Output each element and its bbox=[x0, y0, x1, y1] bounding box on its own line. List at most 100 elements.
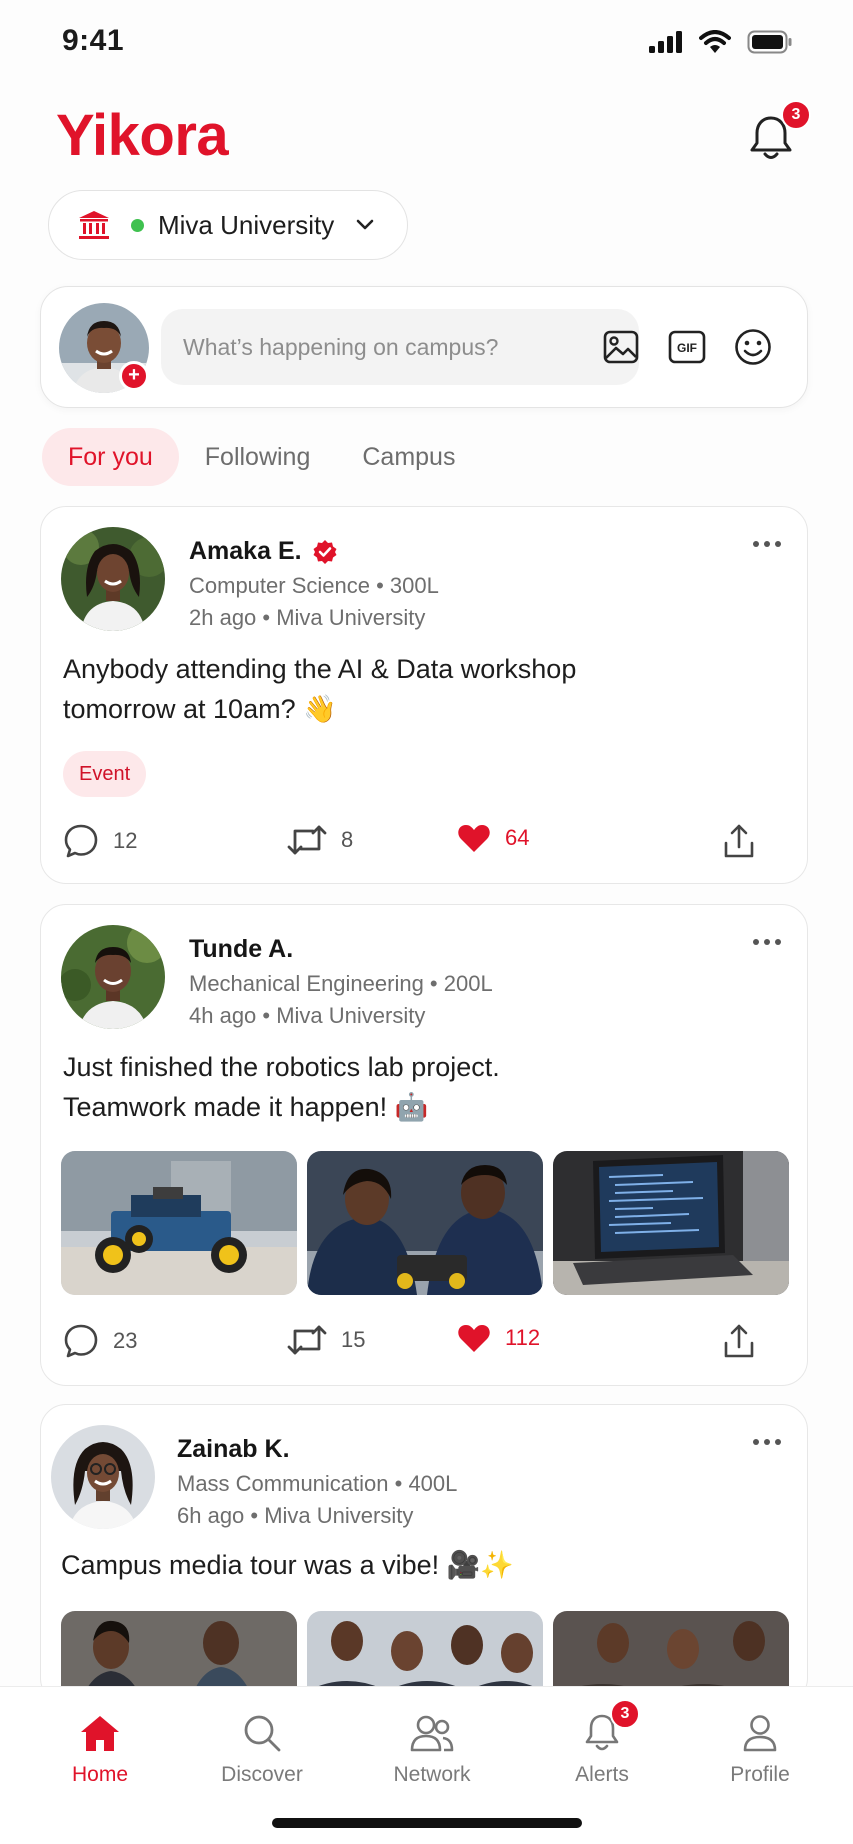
university-selector[interactable]: Miva University bbox=[48, 190, 408, 260]
nav-label: Profile bbox=[730, 1763, 790, 1786]
post-actions: 12 8 64 bbox=[63, 823, 787, 863]
more-options-button[interactable] bbox=[753, 939, 781, 945]
notification-badge: 3 bbox=[781, 100, 811, 130]
add-story-button[interactable]: + bbox=[119, 361, 149, 391]
notifications-button[interactable]: 3 bbox=[743, 100, 811, 166]
image-icon bbox=[603, 330, 639, 364]
add-image-button[interactable] bbox=[601, 327, 641, 367]
nav-discover[interactable]: Discover bbox=[192, 1709, 332, 1787]
repost-icon bbox=[287, 1325, 327, 1355]
heart-filled-icon bbox=[458, 1325, 490, 1352]
like-count: 112 bbox=[505, 1325, 541, 1350]
author-name[interactable]: Amaka E. bbox=[189, 537, 338, 566]
nav-network[interactable]: Network bbox=[362, 1709, 502, 1787]
nav-label: Alerts bbox=[575, 1763, 629, 1786]
add-emoji-button[interactable] bbox=[733, 327, 773, 367]
tab-following[interactable]: Following bbox=[179, 428, 337, 486]
post-photo-laptop-code[interactable] bbox=[553, 1151, 789, 1295]
nav-alerts[interactable]: 3 Alerts bbox=[532, 1699, 672, 1787]
nav-label: Home bbox=[71, 1763, 129, 1786]
nav-label: Network bbox=[393, 1763, 471, 1786]
comment-button[interactable]: 12 bbox=[63, 823, 137, 859]
author-name[interactable]: Tunde A. bbox=[189, 935, 293, 964]
comment-count: 12 bbox=[113, 828, 138, 853]
share-button[interactable] bbox=[723, 823, 755, 859]
repost-count: 15 bbox=[341, 1327, 366, 1352]
like-button[interactable]: 112 bbox=[457, 1323, 540, 1353]
post-composer: + GIF bbox=[40, 286, 808, 408]
post-photo-robot-car[interactable] bbox=[61, 1151, 297, 1295]
person-icon bbox=[743, 1715, 777, 1752]
event-tag[interactable]: Event bbox=[63, 751, 147, 797]
nav-home[interactable]: Home bbox=[30, 1709, 170, 1787]
post-input[interactable] bbox=[161, 309, 639, 385]
search-icon bbox=[244, 1715, 281, 1752]
svg-text:GIF: GIF bbox=[677, 341, 697, 355]
share-icon bbox=[724, 1324, 754, 1358]
post-text: Anybody attending the AI & Data workshop… bbox=[63, 649, 763, 729]
add-gif-button[interactable]: GIF bbox=[667, 327, 707, 367]
post-card: Tunde A. Mechanical Engineering • 200L 4… bbox=[40, 904, 808, 1386]
comment-icon bbox=[64, 824, 98, 858]
battery-icon bbox=[747, 30, 792, 54]
like-button[interactable]: 64 bbox=[457, 823, 529, 853]
app-header: Yikora 3 bbox=[0, 92, 853, 182]
author-name-text: Zainab K. bbox=[177, 1435, 290, 1463]
repost-button[interactable]: 15 bbox=[287, 1323, 365, 1357]
status-bar: 9:41 bbox=[0, 0, 853, 84]
post-text-line: Campus media tour was a vibe! 🎥✨ bbox=[61, 1550, 514, 1580]
emoji-icon bbox=[735, 329, 771, 365]
post-photo-grid bbox=[61, 1151, 789, 1295]
comment-button[interactable]: 23 bbox=[63, 1323, 137, 1359]
post-text: Just finished the robotics lab project. … bbox=[63, 1047, 763, 1127]
comment-count: 23 bbox=[113, 1328, 138, 1353]
tab-for-you[interactable]: For you bbox=[42, 428, 179, 486]
post-text-line: Teamwork made it happen! 🤖 bbox=[63, 1092, 429, 1122]
home-icon bbox=[81, 1716, 119, 1751]
comment-icon bbox=[64, 1324, 98, 1358]
university-icon bbox=[79, 211, 109, 239]
wifi-icon bbox=[699, 30, 731, 53]
share-button[interactable] bbox=[723, 1323, 755, 1359]
post-card: Amaka E. Computer Science • 300L 2h ago … bbox=[40, 506, 808, 884]
like-count: 64 bbox=[505, 825, 530, 850]
author-name[interactable]: Zainab K. bbox=[177, 1435, 290, 1464]
author-department: Mechanical Engineering • 200L bbox=[189, 971, 493, 996]
alerts-badge: 3 bbox=[610, 1699, 640, 1729]
heart-filled-icon bbox=[458, 825, 490, 852]
author-avatar[interactable] bbox=[61, 925, 165, 1029]
tab-campus[interactable]: Campus bbox=[336, 428, 481, 486]
online-status-dot bbox=[131, 218, 144, 232]
author-department: Mass Communication • 400L bbox=[177, 1471, 458, 1496]
post-text-line: Anybody attending the AI & Data workshop bbox=[63, 654, 577, 684]
people-icon bbox=[410, 1715, 454, 1752]
signal-icon bbox=[649, 31, 682, 53]
repost-icon bbox=[287, 825, 327, 855]
author-avatar[interactable] bbox=[61, 527, 165, 631]
author-department: Computer Science • 300L bbox=[189, 573, 439, 598]
verified-badge-icon bbox=[313, 539, 337, 564]
nav-profile[interactable]: Profile bbox=[690, 1709, 830, 1787]
post-photo-team-working[interactable] bbox=[307, 1151, 543, 1295]
author-name-text: Tunde A. bbox=[189, 935, 294, 963]
post-timestamp: 2h ago • Miva University bbox=[189, 605, 426, 630]
author-avatar[interactable] bbox=[51, 1425, 155, 1529]
post-text-line: Just finished the robotics lab project. bbox=[63, 1052, 500, 1082]
share-icon bbox=[724, 824, 754, 858]
post-actions: 23 15 112 bbox=[63, 1323, 787, 1363]
more-options-button[interactable] bbox=[753, 541, 781, 547]
more-options-button[interactable] bbox=[753, 1439, 781, 1445]
post-timestamp: 4h ago • Miva University bbox=[189, 1003, 426, 1028]
university-name: Miva University bbox=[158, 209, 335, 240]
post-timestamp: 6h ago • Miva University bbox=[177, 1503, 414, 1528]
feed-tabs: For you Following Campus bbox=[42, 428, 481, 486]
status-icons bbox=[649, 30, 793, 54]
repost-count: 8 bbox=[341, 827, 354, 852]
post-card: Zainab K. Mass Communication • 400L 6h a… bbox=[40, 1404, 808, 1704]
post-text: Campus media tour was a vibe! 🎥✨ bbox=[61, 1545, 761, 1585]
author-name-text: Amaka E. bbox=[189, 537, 302, 565]
repost-button[interactable]: 8 bbox=[287, 823, 353, 857]
nav-label: Discover bbox=[221, 1763, 303, 1786]
chevron-down-icon bbox=[356, 219, 374, 230]
home-indicator bbox=[272, 1818, 582, 1828]
